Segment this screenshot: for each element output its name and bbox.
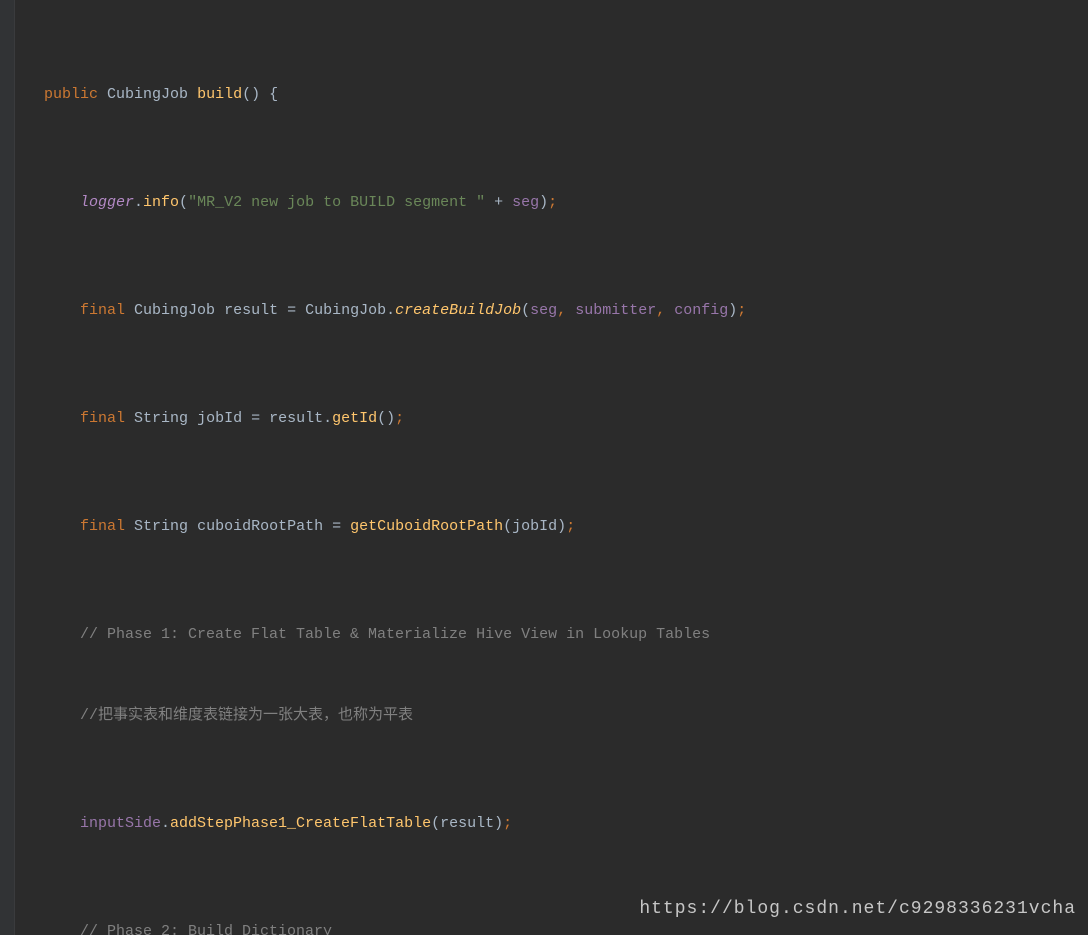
op-plus: + (485, 194, 512, 211)
code-editor[interactable]: public CubingJob build() { logger.info("… (0, 0, 1088, 935)
ref-inputside: inputSide (80, 815, 161, 832)
op-eq: = (242, 410, 269, 427)
paren-close: ) (557, 518, 566, 535)
comment-cn-flat-table: //把事实表和维度表链接为一张大表，也称为平表 (44, 702, 1088, 729)
keyword-final: final (80, 518, 125, 535)
ref-logger: logger (80, 194, 134, 211)
paren-open: ( (179, 194, 188, 211)
paren-open: ( (503, 518, 512, 535)
editor-gutter (0, 0, 15, 935)
method-info: info (143, 194, 179, 211)
arg-jobid: jobId (512, 518, 557, 535)
method-getcuboidrootpath: getCuboidRootPath (350, 518, 503, 535)
arg-result: result (440, 815, 494, 832)
paren: () (242, 86, 260, 103)
paren-close: ) (728, 302, 737, 319)
paren-open: ( (431, 815, 440, 832)
comma: , (557, 302, 575, 319)
arg-seg: seg (530, 302, 557, 319)
method-addstepphase1: addStepPhase1_CreateFlatTable (170, 815, 431, 832)
paren: () (377, 410, 395, 427)
ref-seg: seg (512, 194, 539, 211)
method-build: build (197, 86, 242, 103)
op-eq: = (323, 518, 350, 535)
keyword-public: public (44, 86, 98, 103)
type-string: String (134, 518, 188, 535)
op-eq: = (278, 302, 305, 319)
arg-config: config (674, 302, 728, 319)
var-result: result (224, 302, 278, 319)
dot: . (161, 815, 170, 832)
comma: , (656, 302, 674, 319)
comment-phase1: // Phase 1: Create Flat Table & Material… (44, 621, 1088, 648)
method-getid: getId (332, 410, 377, 427)
watermark-url: https://blog.csdn.net/c9298336231vcha (639, 896, 1076, 923)
semi: ; (566, 518, 575, 535)
string-literal: "MR_V2 new job to BUILD segment " (188, 194, 485, 211)
var-cuboidrootpath: cuboidRootPath (197, 518, 323, 535)
dot: . (386, 302, 395, 319)
arg-submitter: submitter (575, 302, 656, 319)
brace: { (260, 86, 278, 103)
var-jobid: jobId (197, 410, 242, 427)
keyword-final: final (80, 410, 125, 427)
code-line[interactable]: inputSide.addStepPhase1_CreateFlatTable(… (44, 810, 1088, 837)
method-createbuildjob: createBuildJob (395, 302, 521, 319)
code-line[interactable]: public CubingJob build() { (44, 81, 1088, 108)
code-line[interactable]: logger.info("MR_V2 new job to BUILD segm… (44, 189, 1088, 216)
semi: ; (737, 302, 746, 319)
type-cubingjob: CubingJob (107, 86, 188, 103)
dot: . (134, 194, 143, 211)
semi: ; (503, 815, 512, 832)
code-line[interactable]: final String jobId = result.getId(); (44, 405, 1088, 432)
type-cubingjob: CubingJob (305, 302, 386, 319)
type-string: String (134, 410, 188, 427)
dot: . (323, 410, 332, 427)
paren-close: ) (539, 194, 548, 211)
semi: ; (395, 410, 404, 427)
code-line[interactable]: final CubingJob result = CubingJob.creat… (44, 297, 1088, 324)
type-cubingjob: CubingJob (134, 302, 215, 319)
keyword-final: final (80, 302, 125, 319)
code-line[interactable]: final String cuboidRootPath = getCuboidR… (44, 513, 1088, 540)
paren-close: ) (494, 815, 503, 832)
paren-open: ( (521, 302, 530, 319)
ref-result: result (269, 410, 323, 427)
semi: ; (548, 194, 557, 211)
